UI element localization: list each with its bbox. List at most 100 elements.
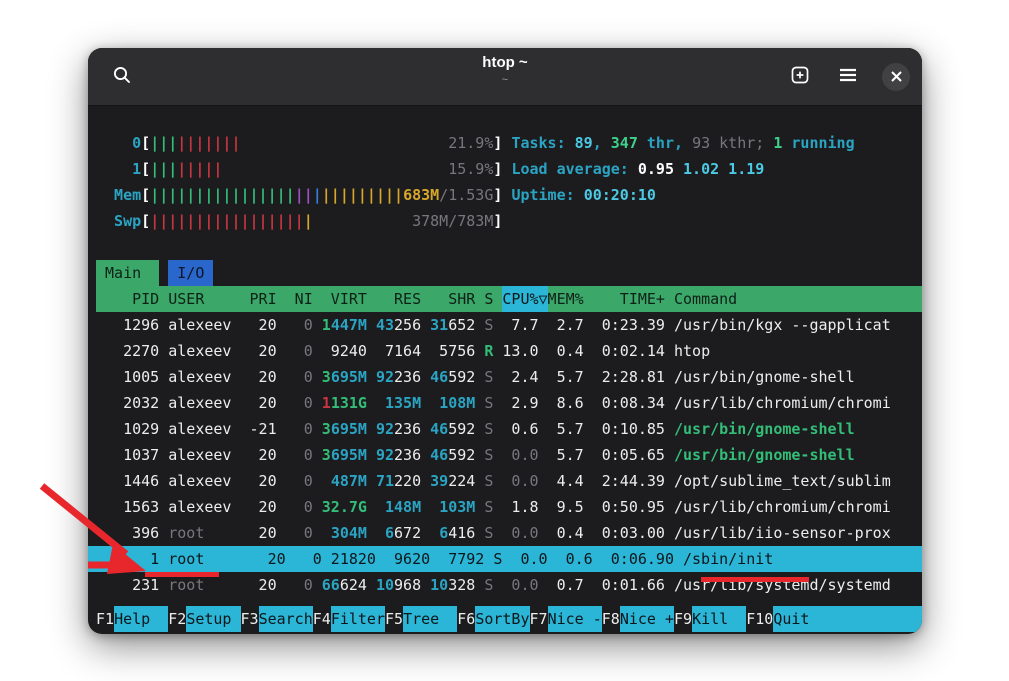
titlebar[interactable]: htop ~ ~: [88, 48, 922, 106]
fkey-kill[interactable]: Kill: [692, 606, 746, 632]
process-row[interactable]: 1005 alexeev 20 0 3695M 92236 46592 S 2.…: [88, 364, 922, 390]
fkey-help[interactable]: Help: [114, 606, 168, 632]
text-seg: [313, 416, 322, 442]
text-seg: Uptime:: [511, 182, 583, 208]
text-seg: 0.6 5.7 0:10.85: [493, 416, 674, 442]
text-seg: S: [484, 520, 493, 546]
fkey-f5[interactable]: F5: [385, 606, 403, 632]
text-seg: [367, 494, 385, 520]
text-seg: 224: [448, 468, 475, 494]
text-seg: 396: [96, 520, 168, 546]
text-seg: 487M: [331, 468, 367, 494]
text-seg: [313, 312, 322, 338]
tab-main[interactable]: Main: [96, 260, 159, 286]
process-row[interactable]: 1563 alexeev 20 0 32.7G 148M 103M S 1.8 …: [88, 494, 922, 520]
text-seg: 20: [250, 520, 286, 546]
text-seg: 31: [430, 312, 448, 338]
fkey-f2[interactable]: F2: [168, 606, 186, 632]
tab-io[interactable]: I/O: [168, 260, 213, 286]
text-seg: 624: [340, 572, 376, 598]
text-seg: 0: [286, 390, 313, 416]
text-seg: 695M: [331, 364, 367, 390]
header-columns[interactable]: MEM% TIME+ Command: [548, 286, 738, 312]
text-seg: 9240 7164 5756: [313, 338, 485, 364]
text-seg: 592: [448, 416, 475, 442]
text-seg: [313, 390, 322, 416]
fkey-nice-plus[interactable]: Nice +: [620, 606, 674, 632]
fkey-setup[interactable]: Setup: [186, 606, 240, 632]
text-seg: 683M: [403, 182, 439, 208]
text-seg: 135M: [385, 390, 421, 416]
screen-tabs[interactable]: Main I/O: [88, 260, 922, 286]
process-row[interactable]: 2032 alexeev 20 0 1131G 135M 108M S 2.9 …: [88, 390, 922, 416]
text-seg: [313, 572, 322, 598]
process-row[interactable]: 1296 alexeev 20 0 1447M 43256 31652 S 7.…: [88, 312, 922, 338]
text-seg: [: [141, 208, 150, 234]
text-seg: 0.95: [638, 156, 683, 182]
text-seg: 32.7G: [322, 494, 367, 520]
close-icon: [891, 67, 902, 86]
process-row[interactable]: 2270 alexeev 20 0 9240 7164 5756 R 13.0 …: [88, 338, 922, 364]
text-seg: 46: [430, 442, 448, 468]
text-seg: 0.4 0:03.00 /usr/lib/iio-sensor-prox: [539, 520, 891, 546]
fkey-f4[interactable]: F4: [313, 606, 331, 632]
table-header[interactable]: PID USER PRI NI VIRT RES SHR S CPU%▽MEM%…: [88, 286, 922, 312]
text-seg: ]: [493, 208, 502, 234]
text-seg: 2.9 8.6 0:08.34 /usr/lib/chromium/chromi: [493, 390, 890, 416]
process-row[interactable]: 396 root 20 0 304M 6672 6416 S 0.0 0.4 0…: [88, 520, 922, 546]
text-seg: /usr/bin/gnome-shell: [674, 416, 855, 442]
text-seg: 1: [322, 312, 331, 338]
header-columns[interactable]: PID USER PRI NI VIRT RES SHR S: [96, 286, 502, 312]
text-seg: ]: [493, 156, 511, 182]
text-seg: 0.7 0:01.66 /usr/lib/systemd/systemd: [539, 572, 891, 598]
fkey-f1[interactable]: F1: [96, 606, 114, 632]
process-row[interactable]: 1446 alexeev 20 0 487M 71220 39224 S 0.0…: [88, 468, 922, 494]
fkey-nice-minus[interactable]: Nice -: [548, 606, 602, 632]
fkey-f3[interactable]: F3: [241, 606, 259, 632]
text-seg: 2032 alexeev 20: [96, 390, 286, 416]
text-seg: 92: [376, 442, 394, 468]
sort-column-cpu[interactable]: CPU%▽: [502, 286, 547, 312]
search-button[interactable]: [108, 63, 136, 91]
text-seg: [475, 364, 484, 390]
menu-button[interactable]: [834, 63, 862, 91]
text-seg: 1029 alexeev -21: [96, 416, 286, 442]
text-seg: 236: [394, 364, 421, 390]
fkey-f10[interactable]: F10: [746, 606, 773, 632]
text-seg: /usr/bin/gnome-shell: [674, 442, 855, 468]
text-seg: 2270 alexeev 20: [96, 338, 286, 364]
fkey-sortby[interactable]: SortBy: [475, 606, 529, 632]
process-row-selected[interactable]: 1 root 20 0 21820 9620 7792 S 0.0 0.6 0:…: [88, 546, 922, 572]
fkey-quit[interactable]: Quit: [773, 606, 922, 632]
fkey-search[interactable]: Search: [259, 606, 313, 632]
fkey-filter[interactable]: Filter: [331, 606, 385, 632]
function-key-bar[interactable]: F1Help F2Setup F3SearchF4FilterF5Tree F6…: [88, 606, 922, 632]
text-seg: 20: [250, 572, 286, 598]
text-seg: [313, 442, 322, 468]
text-seg: 0: [286, 364, 313, 390]
fkey-tree[interactable]: Tree: [403, 606, 457, 632]
text-seg: 695M: [331, 442, 367, 468]
text-seg: |||: [150, 156, 177, 182]
text-seg: 71: [376, 468, 394, 494]
fkey-f9[interactable]: F9: [674, 606, 692, 632]
text-seg: 1: [773, 130, 782, 156]
process-row[interactable]: 1037 alexeev 20 0 3695M 92236 46592 S 0.…: [88, 442, 922, 468]
text-seg: 0.0: [493, 572, 538, 598]
text-seg: 21.9%: [448, 130, 493, 156]
fkey-f6[interactable]: F6: [457, 606, 475, 632]
fkey-f8[interactable]: F8: [602, 606, 620, 632]
text-seg: running: [782, 130, 854, 156]
process-row[interactable]: 231 root 20 0 66624 10968 10328 S 0.0 0.…: [88, 572, 922, 598]
fkey-f7[interactable]: F7: [530, 606, 548, 632]
terminal-window: htop ~ ~: [88, 48, 922, 634]
process-row[interactable]: 1029 alexeev -21 0 3695M 92236 46592 S 0…: [88, 416, 922, 442]
text-seg: [367, 468, 376, 494]
text-seg: Tasks:: [511, 130, 574, 156]
text-seg: [475, 416, 484, 442]
text-seg: [367, 416, 376, 442]
text-seg: |||: [150, 130, 177, 156]
text-seg: [475, 442, 484, 468]
close-button[interactable]: [882, 63, 910, 91]
new-tab-button[interactable]: [786, 63, 814, 91]
